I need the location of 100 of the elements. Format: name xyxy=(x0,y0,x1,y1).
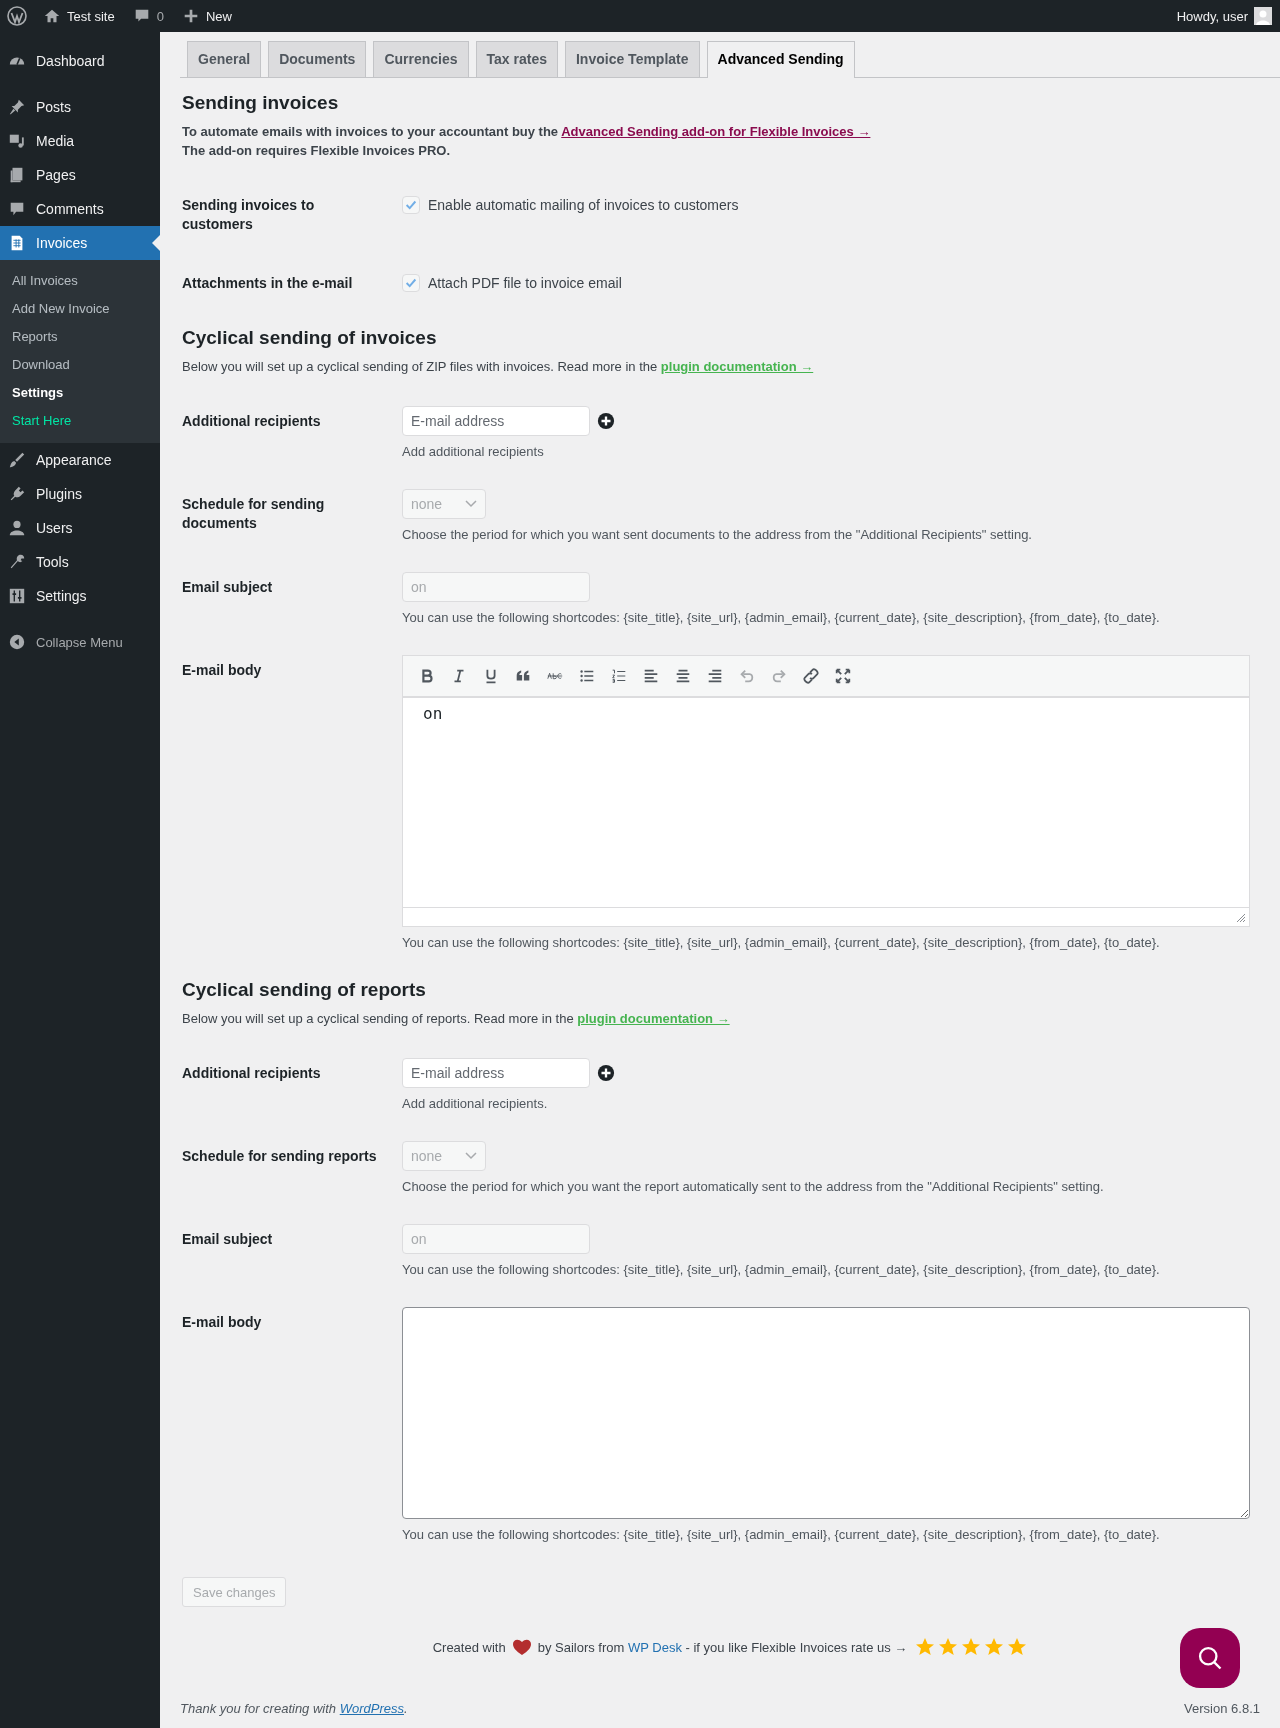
align-center-icon[interactable] xyxy=(674,667,692,685)
add-icon[interactable] xyxy=(597,1064,615,1082)
section-description: Below you will set up a cyclical sending of reports. Read more in the plugin documentation → xyxy=(182,1010,731,1028)
chevron-down-icon xyxy=(465,500,477,508)
chevron-down-icon xyxy=(465,1152,477,1160)
field-description: Choose the period for which you want the report automatically sent to the address from the "Additional Recipients" setting. xyxy=(402,1179,1105,1194)
new-link[interactable]: New xyxy=(205,8,232,24)
collapse-icon[interactable] xyxy=(8,633,26,651)
menu-item[interactable]: Media xyxy=(0,124,160,158)
submenu-item[interactable]: Download xyxy=(0,351,160,379)
home-icon[interactable] xyxy=(43,7,61,25)
submenu-item[interactable]: Start Here xyxy=(0,407,160,435)
checkbox[interactable] xyxy=(402,274,420,292)
wp-desk-link[interactable]: WP Desk xyxy=(627,1639,682,1655)
settings-tab[interactable]: Tax rates xyxy=(475,41,558,77)
field-description: Add additional recipients xyxy=(402,444,545,459)
field-label: E-mail body xyxy=(182,661,263,680)
field-label: Email subject xyxy=(182,578,274,597)
menu-item[interactable]: Tools xyxy=(0,545,160,579)
settings-tab[interactable]: General xyxy=(187,41,262,77)
user-icon xyxy=(8,519,26,537)
sliders-icon xyxy=(8,587,26,605)
field-label: Sending invoices to customers xyxy=(182,196,316,234)
checkbox-label: Enable automatic mailing of invoices to customers xyxy=(428,197,739,213)
pin-icon xyxy=(8,98,26,116)
field-label: E-mail body xyxy=(182,1313,263,1332)
media-icon xyxy=(8,132,26,150)
greeting-link[interactable]: Howdy, user xyxy=(1176,8,1248,24)
menu-item[interactable]: Posts xyxy=(0,90,160,124)
align-right-icon[interactable] xyxy=(706,667,724,685)
checkbox-label: Attach PDF file to invoice email xyxy=(428,275,622,291)
email-field[interactable]: E-mail address xyxy=(402,406,590,436)
field-label: Additional recipients xyxy=(182,1064,322,1083)
field-label: Additional recipients xyxy=(182,412,322,431)
link-icon[interactable] xyxy=(802,667,820,685)
settings-tab[interactable]: Currencies xyxy=(373,41,469,77)
star-icon[interactable] xyxy=(1007,1637,1028,1657)
menu-item[interactable]: Plugins xyxy=(0,477,160,511)
star-icon[interactable] xyxy=(915,1637,936,1657)
search-icon xyxy=(1196,1644,1224,1672)
menu-item[interactable]: Dashboard xyxy=(0,44,160,78)
star-icon[interactable] xyxy=(984,1637,1005,1657)
section-title: Sending invoices xyxy=(182,92,340,114)
addon-link[interactable]: Advanced Sending add-on for Flexible Invoices → xyxy=(561,124,871,139)
menu-item[interactable]: Invoices xyxy=(0,226,160,260)
settings-tab[interactable]: Documents xyxy=(268,41,367,77)
section-description: To automate emails with invoices to your accountant buy the Advanced Sending add-on for Flexible Invoices → The add-on requires Flexible Invoices PRO. xyxy=(182,123,872,160)
field-description: You can use the following shortcodes: {site_title}, {site_url}, {admin_email}, {current_date}, {site_description}, {from_date}, {to_date}. xyxy=(402,1262,1161,1277)
menu-item[interactable]: Appearance xyxy=(0,443,160,477)
field-label: Attachments in the e-mail xyxy=(182,274,354,293)
section-title: Cyclical sending of reports xyxy=(182,979,427,1001)
submenu-item[interactable]: Settings xyxy=(0,379,160,407)
checkmark-icon xyxy=(404,276,418,290)
checkbox[interactable] xyxy=(402,196,420,214)
email-body-text: on xyxy=(423,704,443,723)
menu-item[interactable]: Comments xyxy=(0,192,160,226)
star-icon[interactable] xyxy=(938,1637,959,1657)
submenu-item[interactable]: All Invoices xyxy=(0,267,160,295)
site-name-link[interactable]: Test site xyxy=(67,8,115,24)
rating-stars[interactable] xyxy=(915,1637,1028,1657)
field-description: You can use the following shortcodes: {site_title}, {site_url}, {admin_email}, {current_date}, {site_description}, {from_date}, {to_date}. xyxy=(402,610,1161,625)
email-field[interactable]: E-mail address xyxy=(402,1058,590,1088)
bulleted-list-icon[interactable] xyxy=(578,667,596,685)
resize-handle-icon[interactable] xyxy=(1236,913,1246,923)
credits-text: by Sailors from WP Desk - if you like Flexible Invoices rate us → xyxy=(537,1639,908,1655)
collapse-menu-button[interactable]: Collapse Menu xyxy=(36,634,123,650)
email-body-field[interactable] xyxy=(402,1307,1250,1519)
field-description: You can use the following shortcodes: {site_title}, {site_url}, {admin_email}, {current_date}, {site_description}, {from_date}, {to_date}. xyxy=(402,1527,1161,1542)
wordpress-logo-icon[interactable] xyxy=(7,6,27,26)
menu-item[interactable]: Settings xyxy=(0,579,160,613)
align-left-icon[interactable] xyxy=(642,667,660,685)
search-button[interactable] xyxy=(1180,1628,1240,1688)
add-icon[interactable] xyxy=(597,412,615,430)
menu-item[interactable]: Users xyxy=(0,511,160,545)
menu-item[interactable]: Pages xyxy=(0,158,160,192)
version-text: Version 6.8.1 xyxy=(1184,1701,1260,1716)
field-label: Email subject xyxy=(182,1230,274,1249)
settings-tab[interactable]: Advanced Sending xyxy=(706,41,855,78)
submenu-item[interactable]: Add New Invoice xyxy=(0,295,160,323)
field-label: Schedule for sending reports xyxy=(182,1147,378,1166)
checkmark-icon xyxy=(404,198,418,212)
credits-text: Created with xyxy=(432,1639,506,1655)
field-description: You can use the following shortcodes: {site_title}, {site_url}, {admin_email}, {current_date}, {site_description}, {from_date}, {to_date}. xyxy=(402,935,1161,950)
field-label: Schedule for sending documents xyxy=(182,495,326,533)
submenu-item[interactable]: Reports xyxy=(0,323,160,351)
numbered-list-icon[interactable] xyxy=(610,667,628,685)
settings-tab[interactable]: Invoice Template xyxy=(565,41,700,77)
star-icon[interactable] xyxy=(961,1637,982,1657)
section-title: Cyclical sending of invoices xyxy=(182,327,438,349)
wrench-icon xyxy=(8,553,26,571)
comment-count: 0 xyxy=(156,8,164,24)
footer-text: Thank you for creating with WordPress. xyxy=(180,1701,408,1716)
brush-icon xyxy=(8,451,26,469)
section-description: Below you will set up a cyclical sending of ZIP files with invoices. Read more in the plugin documentation → xyxy=(182,358,815,376)
fullscreen-icon[interactable] xyxy=(834,667,852,685)
wordpress-link[interactable]: WordPress xyxy=(339,1701,404,1716)
plug-icon xyxy=(8,485,26,503)
heart-icon xyxy=(511,1638,532,1656)
field-description: Add additional recipients. xyxy=(402,1096,549,1111)
comment-icon xyxy=(8,200,26,218)
